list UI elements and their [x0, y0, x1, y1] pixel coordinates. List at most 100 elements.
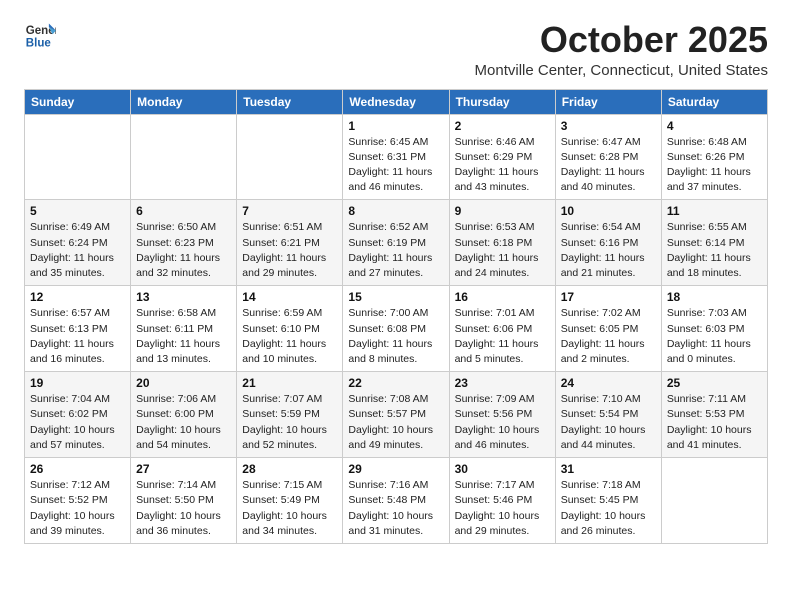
- table-row: 17 Sunrise: 7:02 AM Sunset: 6:05 PM Dayli…: [555, 286, 661, 372]
- day-info: Sunrise: 6:50 AM Sunset: 6:23 PM Dayligh…: [136, 220, 231, 281]
- table-row: 25 Sunrise: 7:11 AM Sunset: 5:53 PM Dayli…: [661, 372, 767, 458]
- day-number: 3: [561, 119, 656, 133]
- day-number: 11: [667, 204, 762, 218]
- logo-icon: General Blue: [24, 20, 56, 52]
- table-row: 6 Sunrise: 6:50 AM Sunset: 6:23 PM Daylig…: [131, 200, 237, 286]
- day-info: Sunrise: 7:15 AM Sunset: 5:49 PM Dayligh…: [242, 478, 337, 539]
- day-info: Sunrise: 7:11 AM Sunset: 5:53 PM Dayligh…: [667, 392, 762, 453]
- day-number: 26: [30, 462, 125, 476]
- table-row: 16 Sunrise: 7:01 AM Sunset: 6:06 PM Dayli…: [449, 286, 555, 372]
- day-number: 20: [136, 376, 231, 390]
- day-number: 21: [242, 376, 337, 390]
- table-row: 12 Sunrise: 6:57 AM Sunset: 6:13 PM Dayli…: [25, 286, 131, 372]
- day-number: 17: [561, 290, 656, 304]
- day-number: 12: [30, 290, 125, 304]
- col-friday: Friday: [555, 89, 661, 114]
- table-row: [131, 114, 237, 200]
- col-saturday: Saturday: [661, 89, 767, 114]
- day-info: Sunrise: 6:55 AM Sunset: 6:14 PM Dayligh…: [667, 220, 762, 281]
- day-number: 29: [348, 462, 443, 476]
- day-number: 4: [667, 119, 762, 133]
- table-row: 5 Sunrise: 6:49 AM Sunset: 6:24 PM Daylig…: [25, 200, 131, 286]
- day-info: Sunrise: 6:59 AM Sunset: 6:10 PM Dayligh…: [242, 306, 337, 367]
- day-info: Sunrise: 6:54 AM Sunset: 6:16 PM Dayligh…: [561, 220, 656, 281]
- day-number: 1: [348, 119, 443, 133]
- day-number: 8: [348, 204, 443, 218]
- day-number: 25: [667, 376, 762, 390]
- table-row: 13Sunrise: 6:58 AM Sunset: 6:11 PM Dayli…: [131, 286, 237, 372]
- day-number: 16: [455, 290, 550, 304]
- table-row: 21Sunrise: 7:07 AM Sunset: 5:59 PM Dayli…: [237, 372, 343, 458]
- col-monday: Monday: [131, 89, 237, 114]
- day-info: Sunrise: 7:09 AM Sunset: 5:56 PM Dayligh…: [455, 392, 550, 453]
- table-row: 30 Sunrise: 7:17 AM Sunset: 5:46 PM Dayli…: [449, 458, 555, 544]
- day-number: 6: [136, 204, 231, 218]
- day-info: Sunrise: 7:04 AM Sunset: 6:02 PM Dayligh…: [30, 392, 125, 453]
- title-block: October 2025 Montville Center, Connectic…: [475, 20, 768, 79]
- day-number: 10: [561, 204, 656, 218]
- table-row: 7 Sunrise: 6:51 AM Sunset: 6:21 PM Daylig…: [237, 200, 343, 286]
- table-row: 3Sunrise: 6:47 AM Sunset: 6:28 PM Daylig…: [555, 114, 661, 200]
- calendar-week-row: 12 Sunrise: 6:57 AM Sunset: 6:13 PM Dayli…: [25, 286, 768, 372]
- calendar-week-row: 19 Sunrise: 7:04 AM Sunset: 6:02 PM Dayli…: [25, 372, 768, 458]
- calendar-week-row: 5 Sunrise: 6:49 AM Sunset: 6:24 PM Daylig…: [25, 200, 768, 286]
- day-info: Sunrise: 6:52 AM Sunset: 6:19 PM Dayligh…: [348, 220, 443, 281]
- table-row: 8 Sunrise: 6:52 AM Sunset: 6:19 PM Daylig…: [343, 200, 449, 286]
- day-number: 7: [242, 204, 337, 218]
- day-info: Sunrise: 7:10 AM Sunset: 5:54 PM Dayligh…: [561, 392, 656, 453]
- month-title: October 2025: [475, 20, 768, 60]
- table-row: 22 Sunrise: 7:08 AM Sunset: 5:57 PM Dayli…: [343, 372, 449, 458]
- day-number: 15: [348, 290, 443, 304]
- logo: General Blue: [24, 20, 56, 52]
- day-info: Sunrise: 7:14 AM Sunset: 5:50 PM Dayligh…: [136, 478, 231, 539]
- day-number: 2: [455, 119, 550, 133]
- table-row: [661, 458, 767, 544]
- table-row: 2 Sunrise: 6:46 AM Sunset: 6:29 PM Daylig…: [449, 114, 555, 200]
- table-row: 26Sunrise: 7:12 AM Sunset: 5:52 PM Dayli…: [25, 458, 131, 544]
- page: General Blue October 2025 Montville Cent…: [0, 0, 792, 564]
- day-info: Sunrise: 6:46 AM Sunset: 6:29 PM Dayligh…: [455, 135, 550, 196]
- table-row: 19 Sunrise: 7:04 AM Sunset: 6:02 PM Dayli…: [25, 372, 131, 458]
- day-info: Sunrise: 7:08 AM Sunset: 5:57 PM Dayligh…: [348, 392, 443, 453]
- day-number: 27: [136, 462, 231, 476]
- table-row: 27 Sunrise: 7:14 AM Sunset: 5:50 PM Dayli…: [131, 458, 237, 544]
- table-row: 9 Sunrise: 6:53 AM Sunset: 6:18 PM Daylig…: [449, 200, 555, 286]
- day-info: Sunrise: 7:01 AM Sunset: 6:06 PM Dayligh…: [455, 306, 550, 367]
- col-sunday: Sunday: [25, 89, 131, 114]
- day-info: Sunrise: 6:51 AM Sunset: 6:21 PM Dayligh…: [242, 220, 337, 281]
- table-row: 31 Sunrise: 7:18 AM Sunset: 5:45 PM Dayli…: [555, 458, 661, 544]
- day-info: Sunrise: 6:53 AM Sunset: 6:18 PM Dayligh…: [455, 220, 550, 281]
- day-info: Sunrise: 6:48 AM Sunset: 6:26 PM Dayligh…: [667, 135, 762, 196]
- table-row: 29 Sunrise: 7:16 AM Sunset: 5:48 PM Dayli…: [343, 458, 449, 544]
- day-number: 13: [136, 290, 231, 304]
- day-info: Sunrise: 6:45 AM Sunset: 6:31 PM Dayligh…: [348, 135, 443, 196]
- day-number: 5: [30, 204, 125, 218]
- day-number: 31: [561, 462, 656, 476]
- table-row: 28Sunrise: 7:15 AM Sunset: 5:49 PM Dayli…: [237, 458, 343, 544]
- day-number: 22: [348, 376, 443, 390]
- day-info: Sunrise: 7:06 AM Sunset: 6:00 PM Dayligh…: [136, 392, 231, 453]
- table-row: 24 Sunrise: 7:10 AM Sunset: 5:54 PM Dayli…: [555, 372, 661, 458]
- day-info: Sunrise: 7:02 AM Sunset: 6:05 PM Dayligh…: [561, 306, 656, 367]
- subtitle: Montville Center, Connecticut, United St…: [475, 62, 768, 79]
- day-info: Sunrise: 7:16 AM Sunset: 5:48 PM Dayligh…: [348, 478, 443, 539]
- col-wednesday: Wednesday: [343, 89, 449, 114]
- day-number: 30: [455, 462, 550, 476]
- day-info: Sunrise: 6:49 AM Sunset: 6:24 PM Dayligh…: [30, 220, 125, 281]
- day-number: 24: [561, 376, 656, 390]
- col-tuesday: Tuesday: [237, 89, 343, 114]
- day-info: Sunrise: 7:00 AM Sunset: 6:08 PM Dayligh…: [348, 306, 443, 367]
- header: General Blue October 2025 Montville Cent…: [24, 20, 768, 79]
- day-info: Sunrise: 7:17 AM Sunset: 5:46 PM Dayligh…: [455, 478, 550, 539]
- table-row: 23 Sunrise: 7:09 AM Sunset: 5:56 PM Dayli…: [449, 372, 555, 458]
- calendar-week-row: 1 Sunrise: 6:45 AM Sunset: 6:31 PM Daylig…: [25, 114, 768, 200]
- day-number: 23: [455, 376, 550, 390]
- table-row: 1 Sunrise: 6:45 AM Sunset: 6:31 PM Daylig…: [343, 114, 449, 200]
- day-info: Sunrise: 7:03 AM Sunset: 6:03 PM Dayligh…: [667, 306, 762, 367]
- table-row: 20 Sunrise: 7:06 AM Sunset: 6:00 PM Dayli…: [131, 372, 237, 458]
- day-number: 9: [455, 204, 550, 218]
- day-number: 19: [30, 376, 125, 390]
- col-thursday: Thursday: [449, 89, 555, 114]
- day-info: Sunrise: 6:57 AM Sunset: 6:13 PM Dayligh…: [30, 306, 125, 367]
- day-info: Sunrise: 7:18 AM Sunset: 5:45 PM Dayligh…: [561, 478, 656, 539]
